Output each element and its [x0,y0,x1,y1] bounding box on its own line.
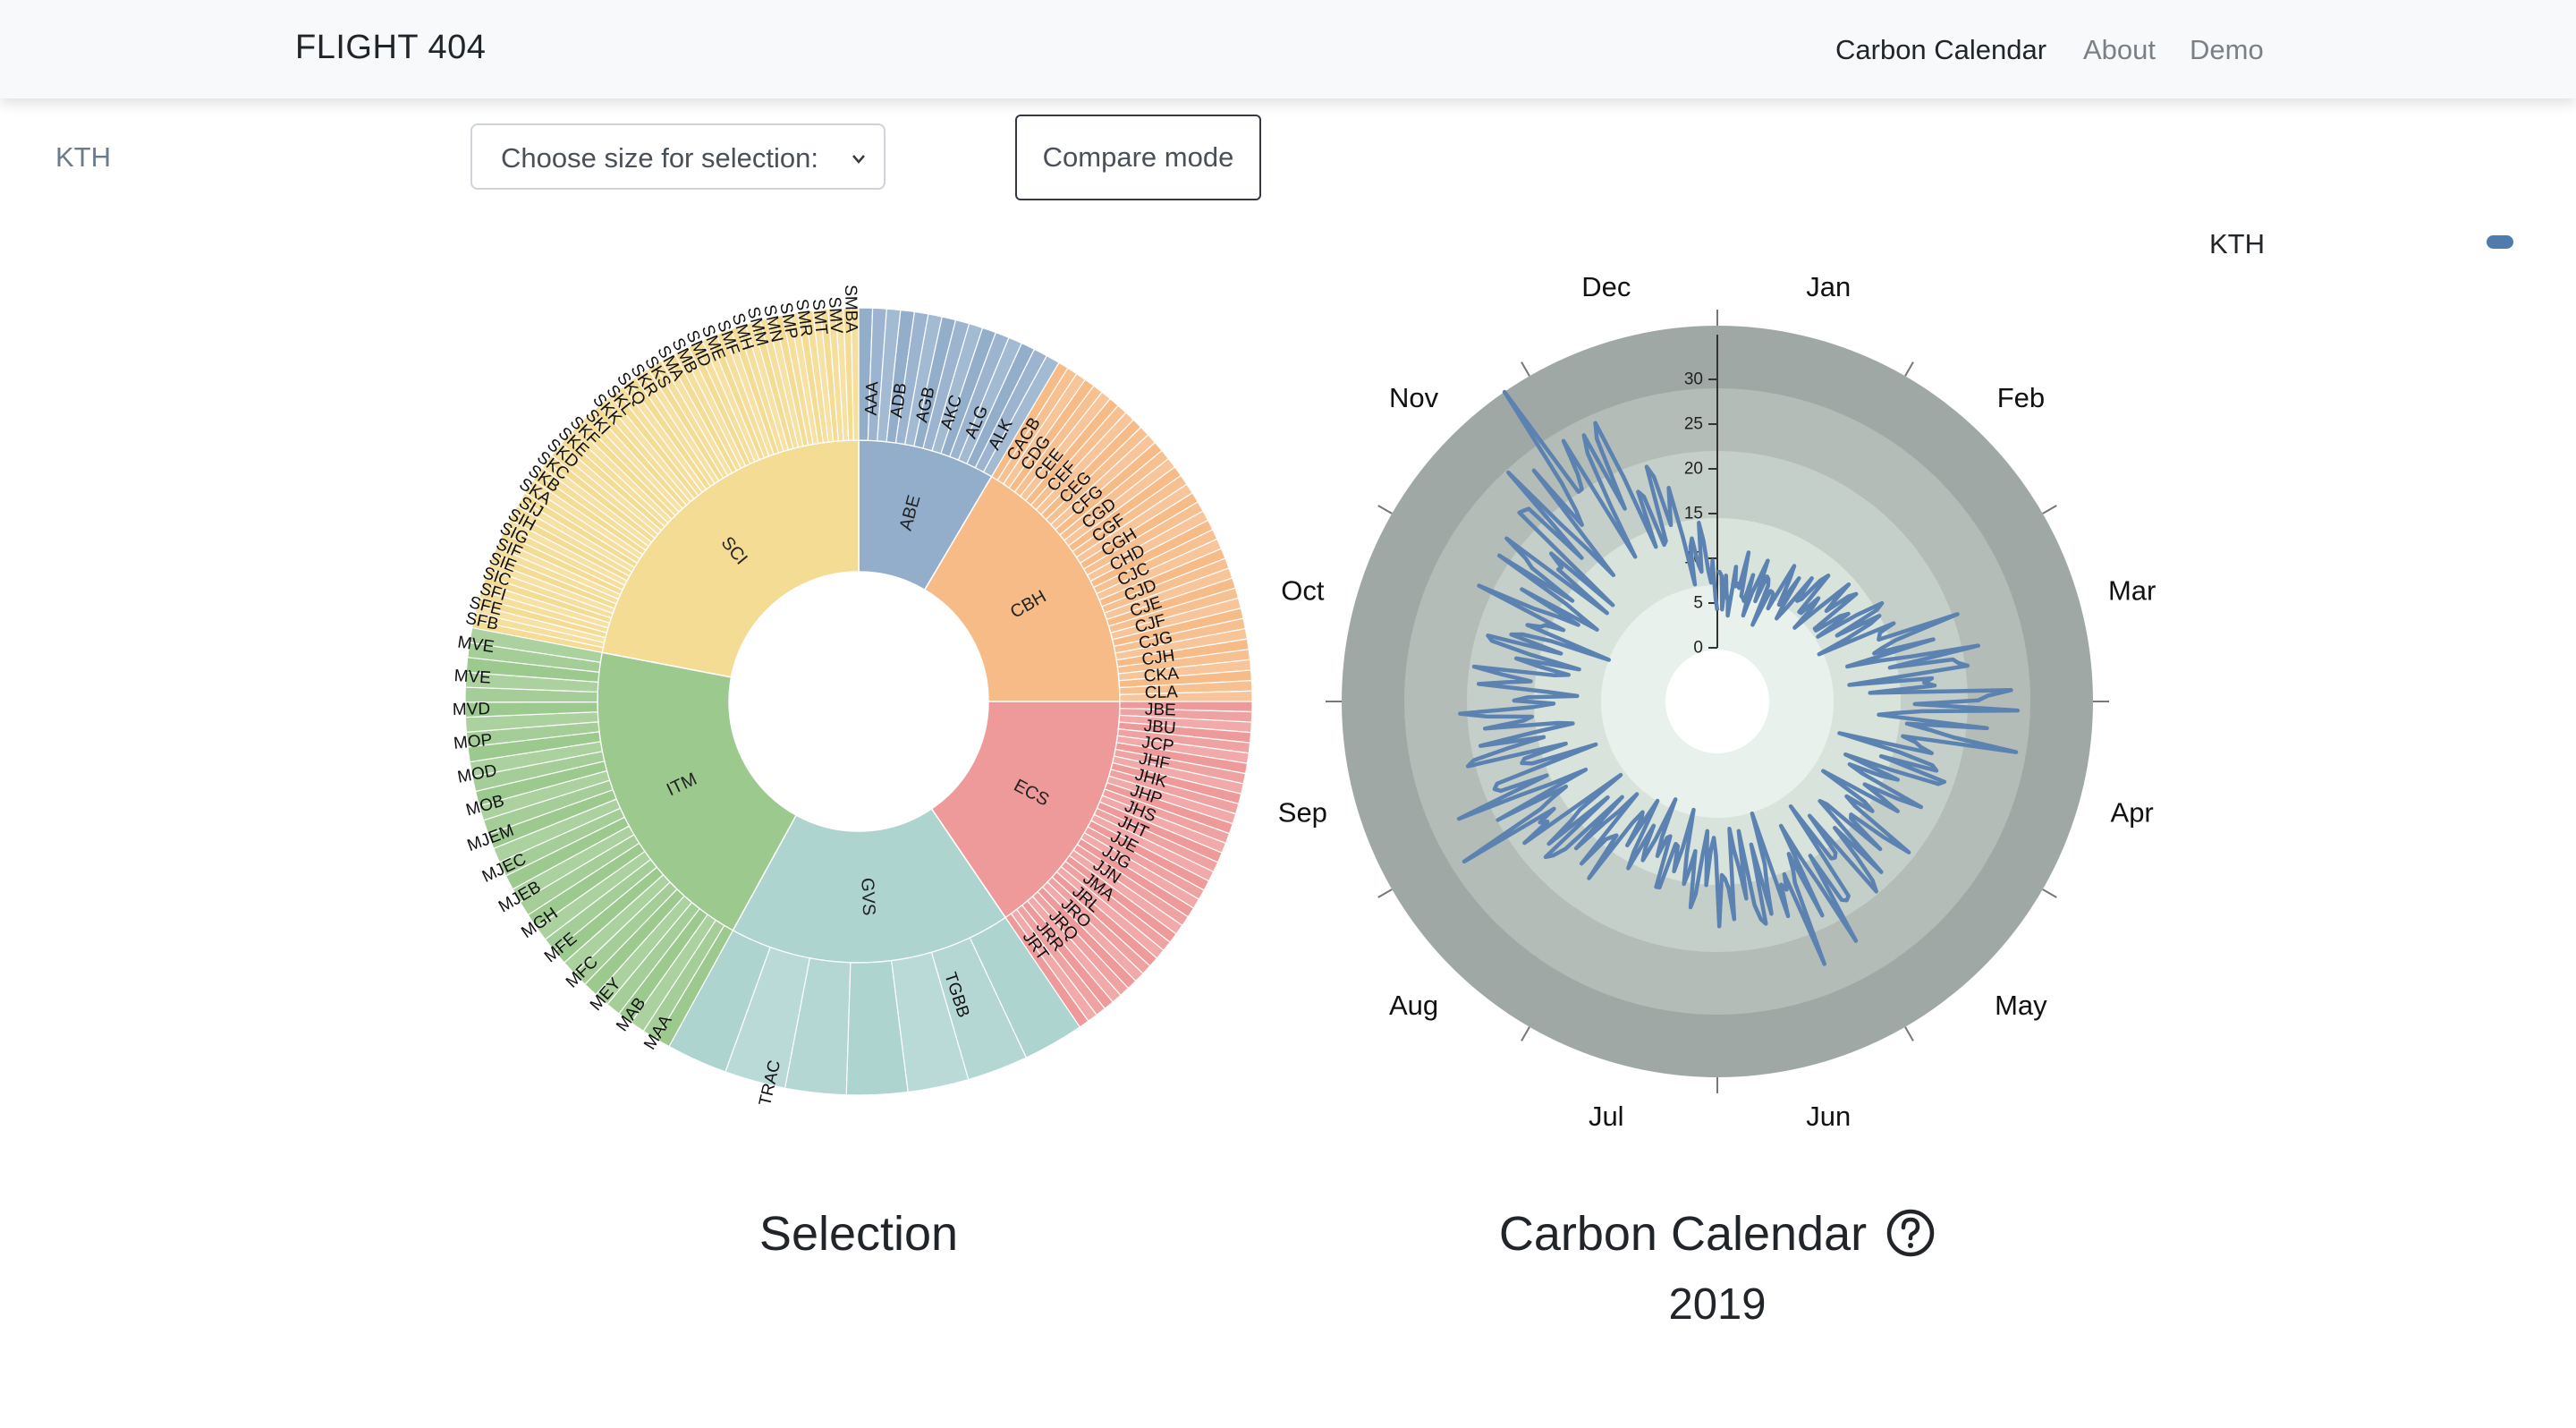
calendar-year: 2019 [1668,1280,1767,1329]
selection-title: Selection [758,1207,959,1261]
month-label: Aug [1389,990,1438,1021]
carbon-calendar-radial-chart: JanFebMarAprMayJunJulAugSepOctNovDec0510… [1278,271,2157,1132]
month-tick [1521,1026,1530,1041]
carbon-calendar-title: Carbon Calendar [1485,1206,1950,1262]
sunburst-outer-label: MVE [453,667,491,688]
nav-link-carbon-calendar[interactable]: Carbon Calendar [1835,34,2046,66]
calendar-center [1665,650,1769,753]
month-tick [1904,361,1914,377]
nav-link-about[interactable]: About [2083,34,2156,66]
nav-link-demo[interactable]: Demo [2190,34,2264,66]
month-tick [1521,361,1530,377]
y-axis-tick-label: 15 [1684,505,1703,523]
y-axis-tick-label: 25 [1684,415,1703,434]
month-tick [1377,888,1393,898]
carbon-calendar-title-text: Carbon Calendar [1498,1207,1868,1261]
y-axis-tick-label: 0 [1693,639,1703,658]
charts-canvas: ABEAAA ADB AGBAKCALGALKCBHCACBCDGCEECEFCEG… [453,271,2157,1132]
month-tick [1377,505,1393,514]
sunburst-outer-label: MVD [453,700,491,719]
top-navbar: FLIGHT 404 Carbon Calendar About Demo [0,0,2576,98]
month-label: Jan [1806,271,1851,302]
question-circle-icon[interactable] [1885,1208,1936,1258]
month-label: Oct [1281,574,1325,606]
sunburst-outer-label: SMBA [841,285,860,334]
month-label: Nov [1389,382,1439,413]
month-tick [2042,888,2057,898]
sunburst-outer-label: MOP [453,731,493,753]
month-tick [2042,505,2057,514]
month-label: Jul [1589,1101,1624,1132]
month-label: Jun [1806,1101,1851,1132]
selection-sunburst-chart[interactable]: ABEAAA ADB AGBAKCALGALKCBHCACBCDGCEECEFCEG… [453,285,1253,1108]
sunburst-outer-label: AAA [862,381,883,416]
y-axis-tick-label: 30 [1684,370,1703,389]
month-label: Feb [1997,382,2045,413]
brand-logo[interactable]: FLIGHT 404 [295,29,486,67]
y-axis-tick-label: 5 [1693,594,1703,613]
y-axis-tick-label: 20 [1684,460,1703,479]
month-label: Dec [1581,271,1631,302]
month-label: May [1995,990,2047,1021]
month-label: Apr [2111,797,2154,829]
sunburst-inner-label: GVS [857,878,878,916]
month-label: Mar [2108,574,2156,606]
month-label: Sep [1278,797,1327,829]
month-tick [1904,1026,1914,1041]
